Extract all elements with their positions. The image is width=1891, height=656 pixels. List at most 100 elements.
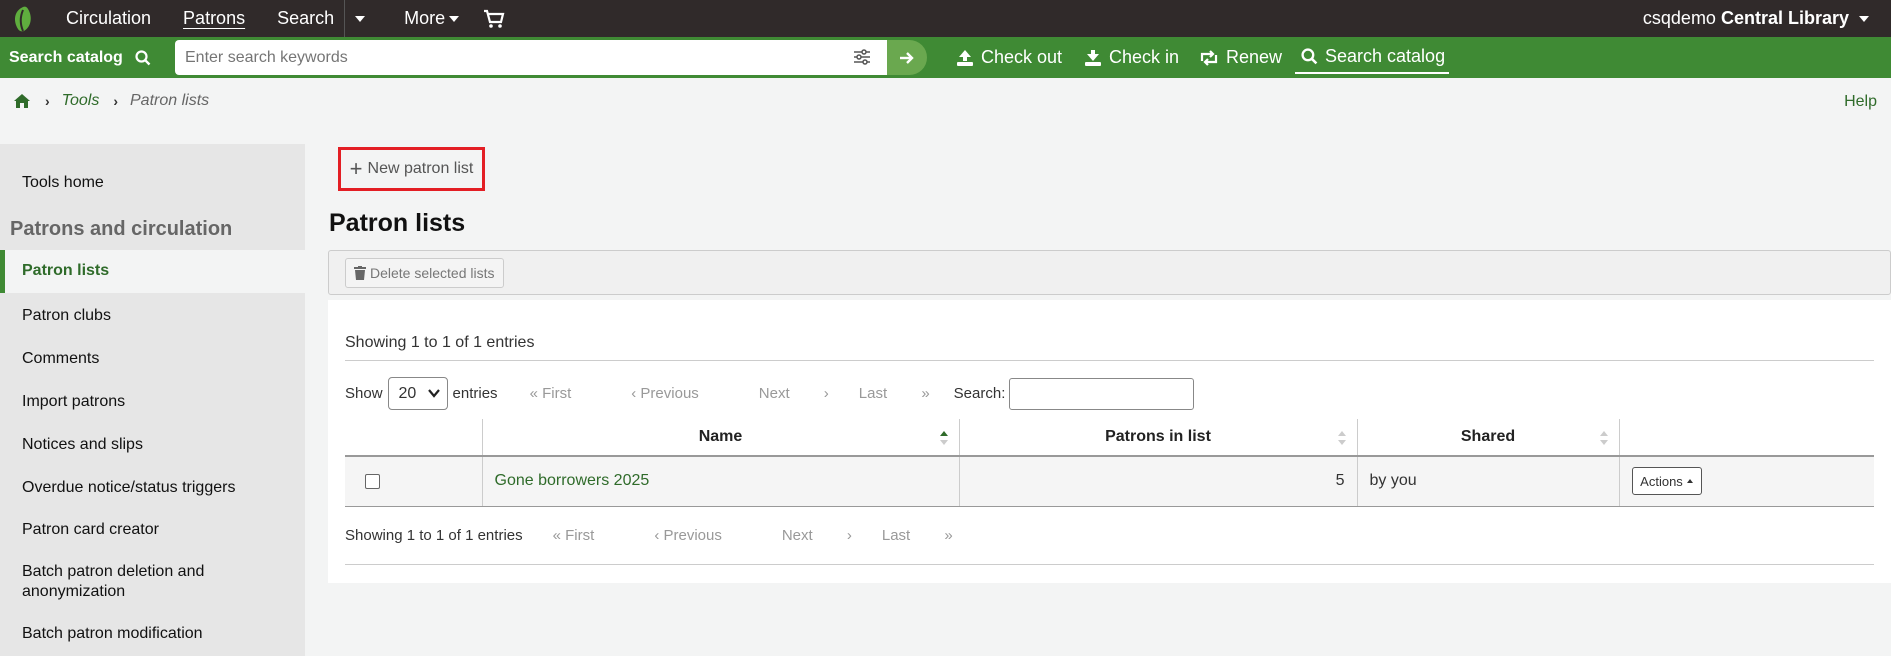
renew-link[interactable]: Renew <box>1199 37 1282 78</box>
breadcrumb-tools[interactable]: Tools <box>62 92 100 110</box>
pager-previous[interactable]: ‹ Previous <box>631 385 729 402</box>
sidebar-item-notices[interactable]: Notices and slips <box>22 435 143 455</box>
pager-next-label: Next <box>758 385 790 402</box>
pager-last-label: Last <box>858 385 888 402</box>
cart-icon[interactable] <box>483 6 509 32</box>
pager-last[interactable]: Last » <box>859 385 930 402</box>
help-link[interactable]: Help <box>1844 93 1877 111</box>
column-label: Patrons in list <box>1105 428 1211 445</box>
shared-value: by you <box>1369 472 1417 490</box>
check-out-link[interactable]: Check out <box>956 37 1062 78</box>
caret-down-icon <box>449 16 460 23</box>
chevron-right-icon: › <box>113 93 118 109</box>
entries-label: entries <box>452 385 498 402</box>
search-catalog-link[interactable]: Search catalog <box>1295 41 1450 74</box>
search-input[interactable] <box>185 48 825 67</box>
pager-previous-label: Previous <box>663 527 722 544</box>
pager-first[interactable]: « First <box>553 527 625 544</box>
renew-label: Renew <box>1226 47 1283 67</box>
pager-first-label: First <box>542 385 572 402</box>
search-icon <box>1301 48 1318 65</box>
column-header-shared[interactable]: Shared <box>1357 419 1620 457</box>
search-dropdown-toggle[interactable] <box>344 0 374 37</box>
breadcrumb: › Tools › Patron lists <box>13 92 209 110</box>
chevron-down-icon <box>427 389 440 398</box>
nav-more[interactable]: More <box>404 8 460 29</box>
pager-top: « First ‹ Previous Next › Last » <box>530 385 930 402</box>
chevron-right-icon: › <box>45 93 50 109</box>
table-controls: Show 20 entries « First ‹ Previous Next … <box>345 377 1195 410</box>
sidebar-item-batch-deletion[interactable]: Batch patron deletion and anonymization <box>22 562 242 602</box>
table-row: Gone borrowers 2025 5 by you Actions <box>345 456 1874 507</box>
check-in-link[interactable]: Check in <box>1084 37 1179 78</box>
sidebar-item-card-creator[interactable]: Patron card creator <box>22 520 159 540</box>
nav-circulation[interactable]: Circulation <box>66 8 151 29</box>
search-catalog-label: Search catalog <box>1325 45 1446 66</box>
pager-bottom: « First ‹ Previous Next › Last » <box>553 527 953 544</box>
sidebar-item-import-patrons[interactable]: Import patrons <box>22 392 125 412</box>
new-patron-list-label: New patron list <box>367 160 474 177</box>
patron-lists-table: Name Patrons in list Shared Gone borrowe… <box>345 419 1874 507</box>
new-patron-list-button[interactable]: + New patron list <box>338 147 485 191</box>
nav-patrons[interactable]: Patrons <box>183 8 245 29</box>
column-label: Shared <box>1460 428 1516 445</box>
column-label: Name <box>698 428 743 445</box>
search-submit-button[interactable] <box>887 40 927 75</box>
patron-lists-panel: Showing 1 to 1 of 1 entries Show 20 entr… <box>328 300 1891 583</box>
table-footer: Showing 1 to 1 of 1 entries « First ‹ Pr… <box>345 527 953 544</box>
delete-selected-label: Delete selected lists <box>370 265 495 281</box>
sidebar-item-patron-clubs[interactable]: Patron clubs <box>22 306 111 326</box>
search-icon <box>135 49 151 65</box>
patron-list-name-link[interactable]: Gone borrowers 2025 <box>483 472 650 489</box>
list-toolbar: Delete selected lists <box>328 250 1891 295</box>
pager-next[interactable]: Next › <box>759 385 829 402</box>
sidebar: Tools home Patrons and circulation Patro… <box>0 144 305 656</box>
breadcrumb-current: Patron lists <box>130 92 210 109</box>
actions-column-header <box>1619 419 1874 457</box>
sidebar-item-patron-lists[interactable]: Patron lists <box>0 250 305 293</box>
actions-cell: Actions <box>1619 456 1874 507</box>
shared-cell: by you <box>1357 456 1620 507</box>
user-library: Central Library <box>1720 8 1849 28</box>
page-length-value: 20 <box>398 384 417 402</box>
pager-next[interactable]: Next › <box>782 527 852 544</box>
top-navbar: Circulation Patrons Search More csqdemo … <box>0 0 1891 37</box>
caret-down-icon <box>354 15 365 22</box>
pager-previous[interactable]: ‹ Previous <box>654 527 752 544</box>
actions-label: Actions <box>1640 473 1683 489</box>
sort-icon <box>1599 431 1608 445</box>
sidebar-item-comments[interactable]: Comments <box>22 349 99 369</box>
check-in-label: Check in <box>1109 47 1180 67</box>
patrons-count: 5 <box>1335 472 1345 490</box>
table-header-row: Name Patrons in list Shared <box>345 419 1874 457</box>
sidebar-item-batch-modification[interactable]: Batch patron modification <box>22 624 203 644</box>
sidebar-item-label: Patron lists <box>22 262 110 279</box>
search-type-label: Search catalog <box>9 48 123 66</box>
table-info-top: Showing 1 to 1 of 1 entries <box>345 334 535 351</box>
pager-first[interactable]: « First <box>530 385 602 402</box>
sidebar-item-overdue-triggers[interactable]: Overdue notice/status triggers <box>22 478 235 498</box>
pager-next-label: Next <box>781 527 813 544</box>
row-checkbox[interactable] <box>365 473 380 489</box>
nav-search[interactable]: Search <box>277 8 334 29</box>
delete-selected-lists-button[interactable]: Delete selected lists <box>345 258 504 288</box>
koha-logo-icon[interactable] <box>0 0 46 37</box>
sidebar-item-tools-home[interactable]: Tools home <box>22 173 104 193</box>
arrow-right-icon <box>900 51 914 64</box>
column-header-patrons[interactable]: Patrons in list <box>959 419 1358 457</box>
page-title: Patron lists <box>329 209 466 237</box>
pager-last-label: Last <box>881 527 911 544</box>
pager-last[interactable]: Last » <box>882 527 953 544</box>
download-icon <box>1085 49 1101 66</box>
upload-icon <box>957 49 973 66</box>
page-length-select[interactable]: 20 <box>387 377 448 410</box>
actions-dropdown-button[interactable]: Actions <box>1631 467 1702 496</box>
column-header-name[interactable]: Name <box>482 419 960 457</box>
home-icon[interactable] <box>13 93 31 109</box>
table-search-input[interactable] <box>1009 377 1195 410</box>
search-type-toggle[interactable]: Search catalog <box>9 49 151 67</box>
renew-icon <box>1200 49 1218 66</box>
user-menu[interactable]: csqdemo Central Library <box>1643 0 1869 37</box>
search-options-icon[interactable] <box>853 49 871 70</box>
table-info-bottom: Showing 1 to 1 of 1 entries <box>345 527 523 544</box>
